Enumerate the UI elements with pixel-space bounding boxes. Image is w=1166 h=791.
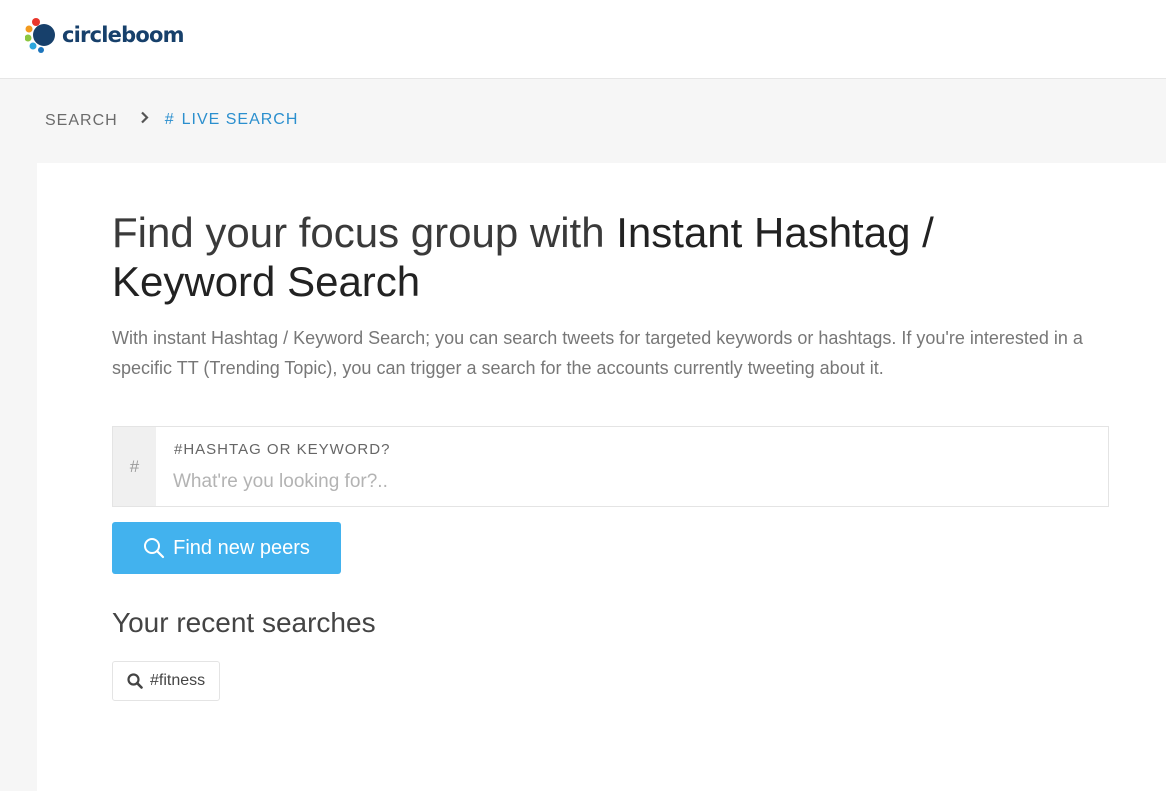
search-label: #HASHTAG OR KEYWORD? [174,441,391,458]
breadcrumb-item-label: LIVE SEARCH [181,111,299,128]
search-icon [144,538,165,559]
main-card: Find your focus group with Instant Hasht… [37,163,1166,791]
breadcrumb-item-live-search[interactable]: # LIVE SEARCH [165,111,299,129]
search-input[interactable] [173,467,1073,497]
page-description: With instant Hashtag / Keyword Search; y… [112,328,1083,378]
recent-search-label: #fitness [150,672,206,689]
search-box: # #HASHTAG OR KEYWORD? [112,426,1109,507]
chevron-right-icon [140,111,149,129]
page-title-light: Find your focus group with [112,209,617,256]
circleboom-logo[interactable]: circleboom [25,16,184,54]
find-new-peers-button[interactable]: Find new peers [112,522,341,574]
page-title: Find your focus group with Instant Hasht… [112,208,1012,306]
find-new-peers-label: Find new peers [173,536,310,559]
recent-searches-title: Your recent searches [112,607,376,638]
top-bar: circleboom [0,0,1166,79]
breadcrumb: SEARCH # LIVE SEARCH [45,110,298,130]
recent-search-chip[interactable]: #fitness [112,661,221,701]
circleboom-logo-icon [25,18,55,53]
search-icon [127,673,143,689]
hashtag-prefix-icon: # [113,427,156,506]
brand-name: circleboom [62,23,184,47]
breadcrumb-item-search[interactable]: SEARCH [45,112,118,130]
hashtag-icon: # [164,111,175,128]
